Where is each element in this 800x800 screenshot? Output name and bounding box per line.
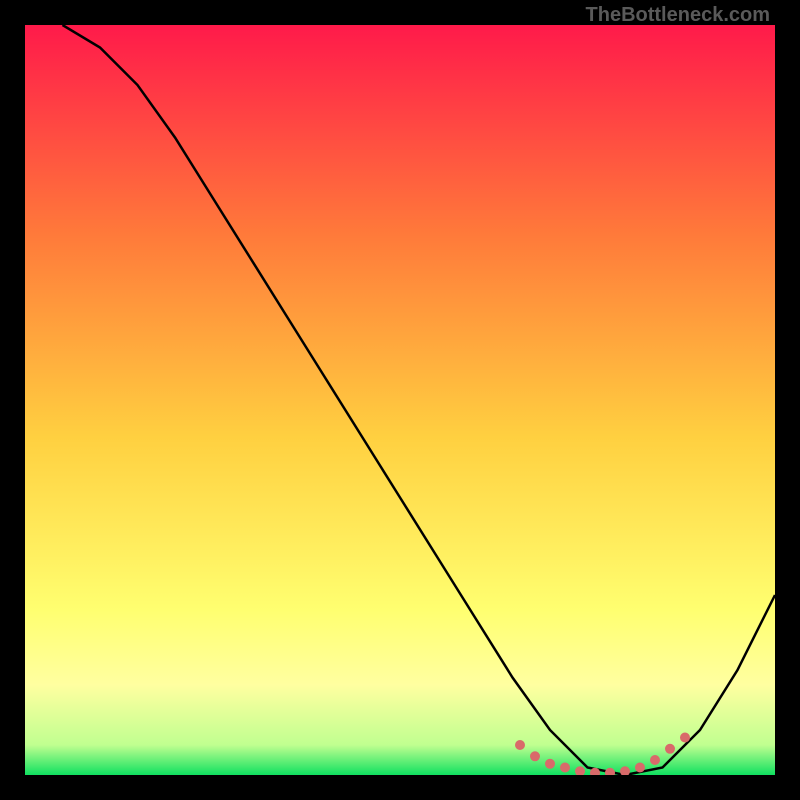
optimal-range-dots (25, 25, 775, 775)
chart-frame (25, 25, 775, 775)
watermark-text: TheBottleneck.com (586, 4, 770, 27)
